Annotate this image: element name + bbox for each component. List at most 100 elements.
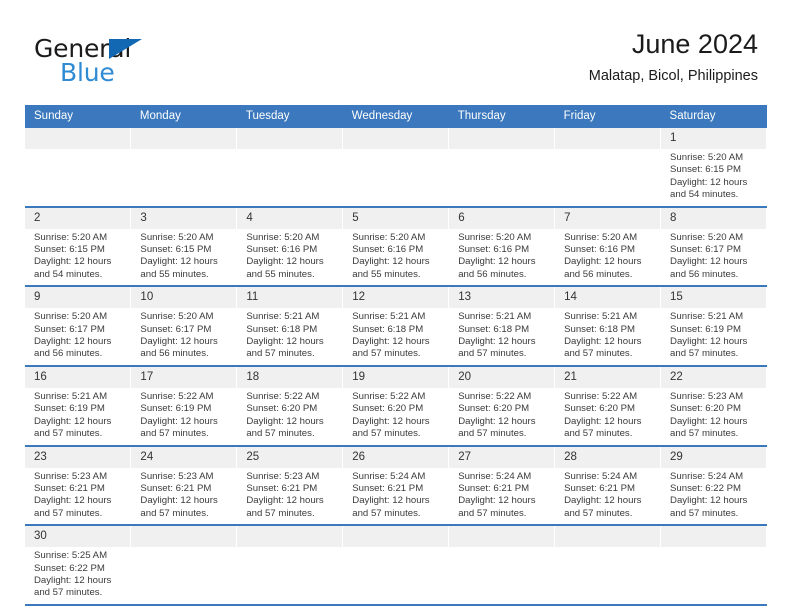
day-number: 14: [555, 287, 661, 309]
day-detail-daylight2: and 57 minutes.: [352, 428, 421, 440]
calendar-day-cell[interactable]: 5 Sunrise: 5:20 AM Sunset: 6:16 PM Daylight…: [342, 206, 450, 288]
day-detail-daylight2: and 57 minutes.: [670, 428, 739, 440]
day-detail-daylight2: and 57 minutes.: [352, 348, 421, 360]
day-detail-sunrise: Sunrise: 5:22 AM: [140, 390, 214, 402]
day-detail-sunset: Sunset: 6:22 PM: [34, 562, 105, 574]
calendar-day-cell[interactable]: 12 Sunrise: 5:21 AM Sunset: 6:18 PM Dayligh…: [342, 286, 450, 367]
calendar-day-cell-empty: [554, 525, 662, 606]
day-number: 24: [131, 446, 237, 468]
calendar-day-cell-empty: [448, 525, 556, 606]
day-detail-daylight2: and 57 minutes.: [352, 507, 421, 519]
day-number: 9: [25, 287, 131, 309]
general-blue-logo[interactable]: General Blue: [34, 34, 234, 90]
day-details: Sunrise: 5:23 AM Sunset: 6:21 PM Daylight:…: [131, 468, 236, 525]
calendar-day-cell[interactable]: 17 Sunrise: 5:22 AM Sunset: 6:19 PM Dayligh…: [130, 365, 238, 447]
day-number: [555, 128, 661, 149]
day-detail-daylight1: Daylight: 12 hours: [34, 495, 112, 507]
calendar-day-cell[interactable]: 6 Sunrise: 5:20 AM Sunset: 6:16 PM Daylight…: [448, 206, 556, 288]
calendar-header-row: Sunday Monday Tuesday Wednesday Thursday…: [25, 105, 767, 128]
day-detail-daylight2: and 57 minutes.: [670, 507, 739, 519]
calendar-page: General Blue June 2024 Malatap, Bicol, P…: [0, 0, 792, 612]
day-detail-daylight2: and 54 minutes.: [34, 268, 103, 280]
day-detail-sunset: Sunset: 6:21 PM: [352, 482, 424, 494]
day-detail-daylight2: and 56 minutes.: [670, 268, 739, 280]
calendar-day-cell[interactable]: 22 Sunrise: 5:23 AM Sunset: 6:20 PM Dayligh…: [660, 365, 767, 447]
calendar-body: 1 Sunrise: 5:20 AM Sunset: 6:15 PM Daylight…: [25, 128, 767, 606]
day-number: [661, 526, 766, 548]
day-detail-sunset: Sunset: 6:15 PM: [670, 164, 741, 176]
day-detail-sunset: Sunset: 6:18 PM: [458, 323, 530, 335]
day-detail-sunrise: Sunrise: 5:25 AM: [34, 550, 108, 562]
day-detail-sunset: Sunset: 6:20 PM: [246, 403, 318, 415]
calendar-day-cell[interactable]: 28 Sunrise: 5:24 AM Sunset: 6:21 PM Dayligh…: [554, 445, 662, 527]
day-number: 18: [237, 366, 343, 388]
calendar-day-cell[interactable]: 8 Sunrise: 5:20 AM Sunset: 6:17 PM Daylight…: [660, 206, 767, 288]
day-detail-daylight1: Daylight: 12 hours: [352, 256, 430, 268]
day-detail-sunset: Sunset: 6:21 PM: [458, 482, 530, 494]
calendar-day-cell[interactable]: 13 Sunrise: 5:21 AM Sunset: 6:18 PM Dayligh…: [448, 286, 556, 367]
day-number: 8: [661, 207, 766, 229]
day-detail-daylight1: Daylight: 12 hours: [352, 336, 430, 348]
day-number: 29: [661, 446, 766, 468]
day-details: Sunrise: 5:22 AM Sunset: 6:20 PM Daylight:…: [449, 388, 554, 445]
day-detail-sunset: Sunset: 6:16 PM: [246, 244, 318, 256]
calendar-day-cell[interactable]: 21 Sunrise: 5:22 AM Sunset: 6:20 PM Dayligh…: [554, 365, 662, 447]
calendar-week-row: 23 Sunrise: 5:23 AM Sunset: 6:21 PM Dayligh…: [25, 445, 767, 527]
day-detail-sunrise: Sunrise: 5:21 AM: [246, 311, 320, 323]
calendar-day-cell[interactable]: 14 Sunrise: 5:21 AM Sunset: 6:18 PM Dayligh…: [554, 286, 662, 367]
day-details: Sunrise: 5:20 AM Sunset: 6:17 PM Daylight:…: [131, 308, 236, 365]
day-details: Sunrise: 5:24 AM Sunset: 6:22 PM Daylight:…: [661, 468, 766, 525]
day-detail-sunset: Sunset: 6:15 PM: [34, 244, 105, 256]
calendar-day-cell[interactable]: 10 Sunrise: 5:20 AM Sunset: 6:17 PM Dayligh…: [130, 286, 238, 367]
day-detail-sunset: Sunset: 6:18 PM: [246, 323, 318, 335]
calendar-day-cell[interactable]: 4 Sunrise: 5:20 AM Sunset: 6:16 PM Daylight…: [236, 206, 344, 288]
day-detail-sunset: Sunset: 6:16 PM: [352, 244, 424, 256]
day-number: [237, 128, 343, 149]
day-detail-sunrise: Sunrise: 5:24 AM: [564, 470, 638, 482]
weekday-header-friday: Friday: [554, 105, 661, 128]
day-detail-daylight1: Daylight: 12 hours: [352, 415, 430, 427]
day-detail-sunset: Sunset: 6:21 PM: [564, 482, 636, 494]
day-detail-sunrise: Sunrise: 5:21 AM: [670, 311, 744, 323]
calendar-day-cell[interactable]: 19 Sunrise: 5:22 AM Sunset: 6:20 PM Dayligh…: [342, 365, 450, 447]
calendar-week-row: 30 Sunrise: 5:25 AM Sunset: 6:22 PM Dayligh…: [25, 525, 767, 606]
calendar-day-cell[interactable]: 30 Sunrise: 5:25 AM Sunset: 6:22 PM Dayligh…: [25, 525, 132, 606]
day-detail-daylight1: Daylight: 12 hours: [140, 495, 218, 507]
weekday-header-thursday: Thursday: [448, 105, 555, 128]
calendar-day-cell[interactable]: 1 Sunrise: 5:20 AM Sunset: 6:15 PM Daylight…: [660, 128, 767, 208]
day-number: 16: [25, 366, 131, 388]
calendar-day-cell[interactable]: 26 Sunrise: 5:24 AM Sunset: 6:21 PM Dayligh…: [342, 445, 450, 527]
day-detail-sunrise: Sunrise: 5:24 AM: [670, 470, 744, 482]
calendar-day-cell[interactable]: 23 Sunrise: 5:23 AM Sunset: 6:21 PM Dayligh…: [25, 445, 132, 527]
calendar-day-cell[interactable]: 24 Sunrise: 5:23 AM Sunset: 6:21 PM Dayligh…: [130, 445, 238, 527]
calendar-day-cell[interactable]: 2 Sunrise: 5:20 AM Sunset: 6:15 PM Daylight…: [25, 206, 132, 288]
day-detail-daylight2: and 57 minutes.: [670, 348, 739, 360]
calendar-day-cell[interactable]: 29 Sunrise: 5:24 AM Sunset: 6:22 PM Dayligh…: [660, 445, 767, 527]
calendar-day-cell[interactable]: 9 Sunrise: 5:20 AM Sunset: 6:17 PM Daylight…: [25, 286, 132, 367]
day-number: 2: [25, 207, 131, 229]
day-detail-daylight2: and 56 minutes.: [564, 268, 633, 280]
day-detail-daylight1: Daylight: 12 hours: [670, 256, 748, 268]
calendar-day-cell[interactable]: 20 Sunrise: 5:22 AM Sunset: 6:20 PM Dayligh…: [448, 365, 556, 447]
calendar-day-cell[interactable]: 11 Sunrise: 5:21 AM Sunset: 6:18 PM Dayligh…: [236, 286, 344, 367]
weekday-header-tuesday: Tuesday: [236, 105, 343, 128]
calendar-day-cell[interactable]: 18 Sunrise: 5:22 AM Sunset: 6:20 PM Dayligh…: [236, 365, 344, 447]
calendar-day-cell[interactable]: 7 Sunrise: 5:20 AM Sunset: 6:16 PM Daylight…: [554, 206, 662, 288]
calendar-day-cell[interactable]: 25 Sunrise: 5:23 AM Sunset: 6:21 PM Dayligh…: [236, 445, 344, 527]
day-detail-sunrise: Sunrise: 5:20 AM: [564, 231, 638, 243]
calendar-day-cell[interactable]: 16 Sunrise: 5:21 AM Sunset: 6:19 PM Dayligh…: [25, 365, 132, 447]
day-detail-sunrise: Sunrise: 5:20 AM: [34, 231, 108, 243]
day-details: Sunrise: 5:20 AM Sunset: 6:15 PM Daylight:…: [25, 229, 130, 286]
logo-text-blue: Blue: [60, 58, 115, 87]
day-detail-sunset: Sunset: 6:20 PM: [670, 403, 741, 415]
day-number: 11: [237, 287, 343, 309]
day-number: 28: [555, 446, 661, 468]
calendar-day-cell[interactable]: 27 Sunrise: 5:24 AM Sunset: 6:21 PM Dayligh…: [448, 445, 556, 527]
day-details: Sunrise: 5:24 AM Sunset: 6:21 PM Daylight:…: [555, 468, 660, 525]
calendar-day-cell[interactable]: 15 Sunrise: 5:21 AM Sunset: 6:19 PM Dayligh…: [660, 286, 767, 367]
calendar-day-cell[interactable]: 3 Sunrise: 5:20 AM Sunset: 6:15 PM Daylight…: [130, 206, 238, 288]
day-details: Sunrise: 5:21 AM Sunset: 6:19 PM Daylight:…: [25, 388, 130, 445]
day-detail-daylight1: Daylight: 12 hours: [670, 176, 748, 188]
day-detail-daylight2: and 57 minutes.: [34, 428, 103, 440]
page-header: General Blue June 2024 Malatap, Bicol, P…: [0, 0, 792, 104]
